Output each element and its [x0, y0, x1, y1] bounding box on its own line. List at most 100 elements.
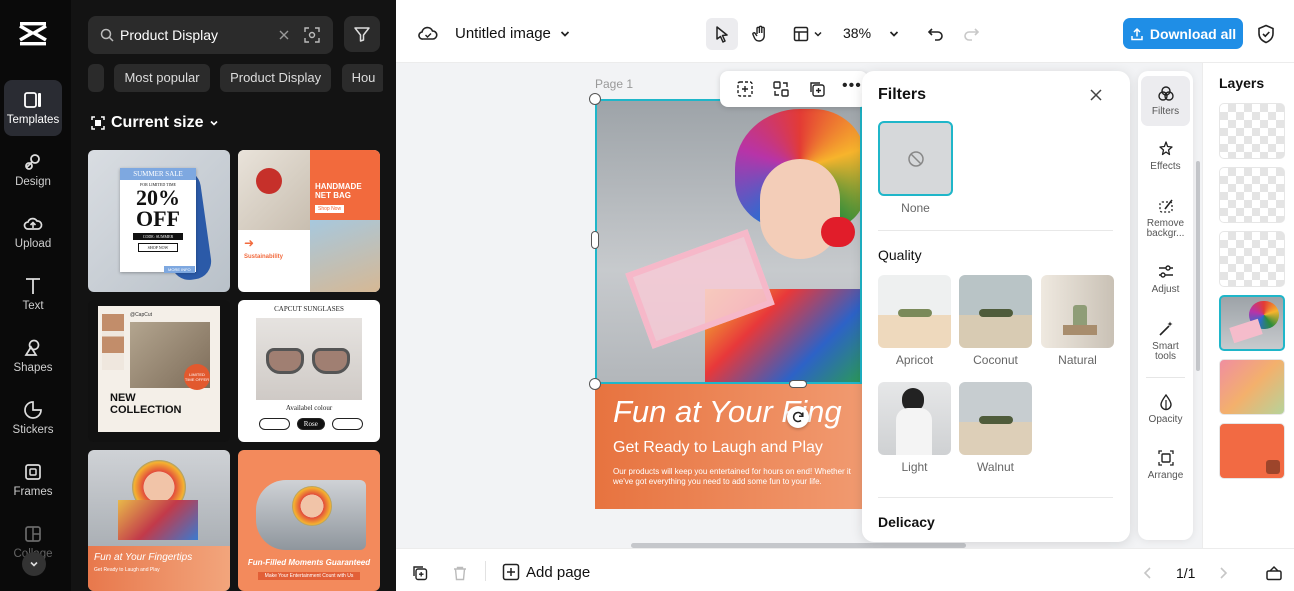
templates-panel: Most popular Product Display Hou Current… — [71, 0, 396, 591]
template-fun-fingertips[interactable]: Fun at Your Fingertips Get Ready to Laug… — [88, 450, 230, 591]
tool-filters[interactable]: Filters — [1141, 76, 1190, 126]
rail-upload[interactable]: Upload — [4, 204, 62, 260]
filter-light[interactable] — [878, 382, 951, 455]
canvas-body-line2[interactable]: we've got everything you need to add som… — [613, 477, 822, 486]
close-icon[interactable] — [1089, 88, 1103, 102]
opacity-icon — [1159, 393, 1172, 411]
canvas-subhead[interactable]: Get Ready to Laugh and Play — [613, 439, 823, 457]
image-tools-column: Filters Effects Remove backgr... Adjust … — [1138, 71, 1193, 540]
layer-item-selected[interactable] — [1219, 295, 1285, 351]
layer-item[interactable] — [1219, 423, 1285, 479]
resize-handle-bottom[interactable] — [789, 380, 807, 388]
tool-remove-background[interactable]: Remove backgr... — [1141, 197, 1190, 239]
layer-item[interactable] — [1219, 231, 1285, 287]
tool-effects[interactable]: Effects — [1141, 140, 1190, 172]
resize-handle-tl[interactable] — [589, 93, 601, 105]
t2-title1: HANDMADE — [315, 182, 362, 191]
rail-expand-button[interactable] — [22, 552, 46, 576]
template-fun-filled[interactable]: Fun-Filled Moments Guaranteed Make Your … — [238, 450, 380, 591]
tool-smart-tools[interactable]: Smart tools — [1141, 320, 1190, 362]
prev-page-icon[interactable] — [1143, 567, 1153, 579]
rail-text[interactable]: Text — [4, 266, 62, 322]
t4-opt-black: Black — [259, 418, 290, 430]
add-page-button[interactable]: Add page — [502, 563, 590, 581]
filter-coconut[interactable] — [959, 275, 1032, 348]
vertical-scrollbar[interactable] — [1196, 161, 1200, 371]
t1-more: MORE INFO — [164, 266, 195, 273]
redo-icon[interactable] — [962, 25, 980, 41]
rotate-handle[interactable] — [787, 406, 809, 428]
template-net-bag[interactable]: HANDMADE NET BAG Shop Now ➜ Sustainabili… — [238, 150, 380, 292]
cloud-sync-icon[interactable] — [418, 24, 438, 42]
download-all-label: Download all — [1149, 25, 1237, 42]
shapes-icon — [24, 339, 40, 356]
layer-item[interactable] — [1219, 167, 1285, 223]
rail-frames[interactable]: Frames — [4, 452, 62, 508]
clear-search-icon[interactable] — [278, 29, 290, 41]
search-input[interactable] — [120, 27, 270, 43]
t3-title1: NEW — [110, 392, 136, 404]
add-element-icon[interactable] — [412, 565, 428, 581]
undo-icon[interactable] — [927, 25, 945, 41]
tool-adjust[interactable]: Adjust — [1141, 263, 1190, 295]
image-search-icon[interactable] — [304, 27, 320, 43]
zoom-chevron-down-icon[interactable] — [888, 28, 900, 40]
filter-button[interactable] — [344, 16, 380, 52]
layout-icon — [793, 26, 809, 42]
duplicate-icon[interactable] — [808, 80, 826, 98]
rail-design[interactable]: Design — [4, 142, 62, 198]
template-new-collection[interactable]: @CapCut LIMITED TIME OFFER NEW COLLECTIO… — [88, 300, 230, 442]
shield-icon[interactable] — [1257, 24, 1275, 44]
filter-natural-label: Natural — [1058, 353, 1097, 367]
chevron-down-icon — [30, 561, 38, 567]
select-tool-button[interactable] — [706, 18, 738, 50]
t2-section: Sustainability — [244, 254, 284, 260]
next-page-icon[interactable] — [1218, 567, 1228, 579]
hand-tool-button[interactable] — [744, 18, 776, 50]
zoom-level[interactable]: 38% — [843, 25, 871, 41]
chip-hou[interactable]: Hou — [341, 64, 383, 92]
tool-remove-background-label: Remove backgr... — [1146, 218, 1185, 239]
filter-coconut-label: Coconut — [973, 353, 1018, 367]
filter-none[interactable] — [878, 121, 953, 196]
filter-walnut[interactable] — [959, 382, 1032, 455]
resize-handle-bl[interactable] — [589, 378, 601, 390]
tool-arrange[interactable]: Arrange — [1141, 449, 1190, 481]
chip-partial[interactable] — [88, 64, 104, 92]
template-summer-sale[interactable]: SUMMER SALE FOR LIMITED TIME 20% OFF COD… — [88, 150, 230, 292]
layer-item[interactable] — [1219, 359, 1285, 415]
chip-most-popular[interactable]: Most popular — [114, 64, 210, 92]
rail-shapes[interactable]: Shapes — [4, 328, 62, 384]
tool-smart-tools-label: Smart tools — [1152, 341, 1179, 362]
design-page[interactable]: Fun at Your Fing Get Ready to Laugh and … — [595, 99, 862, 509]
left-rail: Templates Design Upload Text Shapes Stic… — [0, 0, 71, 591]
trash-icon[interactable] — [452, 565, 468, 581]
search-box — [88, 16, 333, 54]
rail-templates[interactable]: Templates — [4, 80, 62, 136]
crop-select-icon[interactable] — [736, 80, 754, 98]
page-panel-toggle-icon[interactable] — [1265, 565, 1283, 581]
t6-photo — [256, 480, 366, 550]
layer-item[interactable] — [1219, 103, 1285, 159]
canvas-body-line1[interactable]: Our products will keep you entertained f… — [613, 467, 851, 476]
download-all-button[interactable]: Download all — [1123, 18, 1243, 49]
template-sunglasses[interactable]: CAPCUT SUNGLASES Availabel colour Black … — [238, 300, 380, 442]
filter-natural[interactable] — [1041, 275, 1114, 348]
sale-card: SUMMER SALE FOR LIMITED TIME 20% OFF COD… — [120, 168, 196, 272]
layout-dropdown-button[interactable] — [788, 18, 828, 50]
t2-photo-hand — [238, 150, 310, 230]
replace-icon[interactable] — [772, 80, 790, 98]
filter-apricot[interactable] — [878, 275, 951, 348]
doc-title-dropdown[interactable]: Untitled image — [455, 25, 571, 42]
more-options-icon[interactable]: ••• — [842, 78, 862, 94]
filter-light-label: Light — [901, 460, 928, 474]
tool-opacity[interactable]: Opacity — [1141, 393, 1190, 425]
chevron-down-icon — [560, 30, 569, 37]
adjust-icon — [1158, 265, 1173, 278]
current-size-dropdown[interactable]: Current size — [91, 114, 219, 132]
chip-product-display[interactable]: Product Display — [220, 64, 332, 92]
rail-stickers[interactable]: Stickers — [4, 390, 62, 446]
capcut-logo-icon[interactable] — [17, 20, 49, 50]
resize-handle-left[interactable] — [591, 231, 599, 249]
clown-photo[interactable] — [595, 99, 862, 389]
